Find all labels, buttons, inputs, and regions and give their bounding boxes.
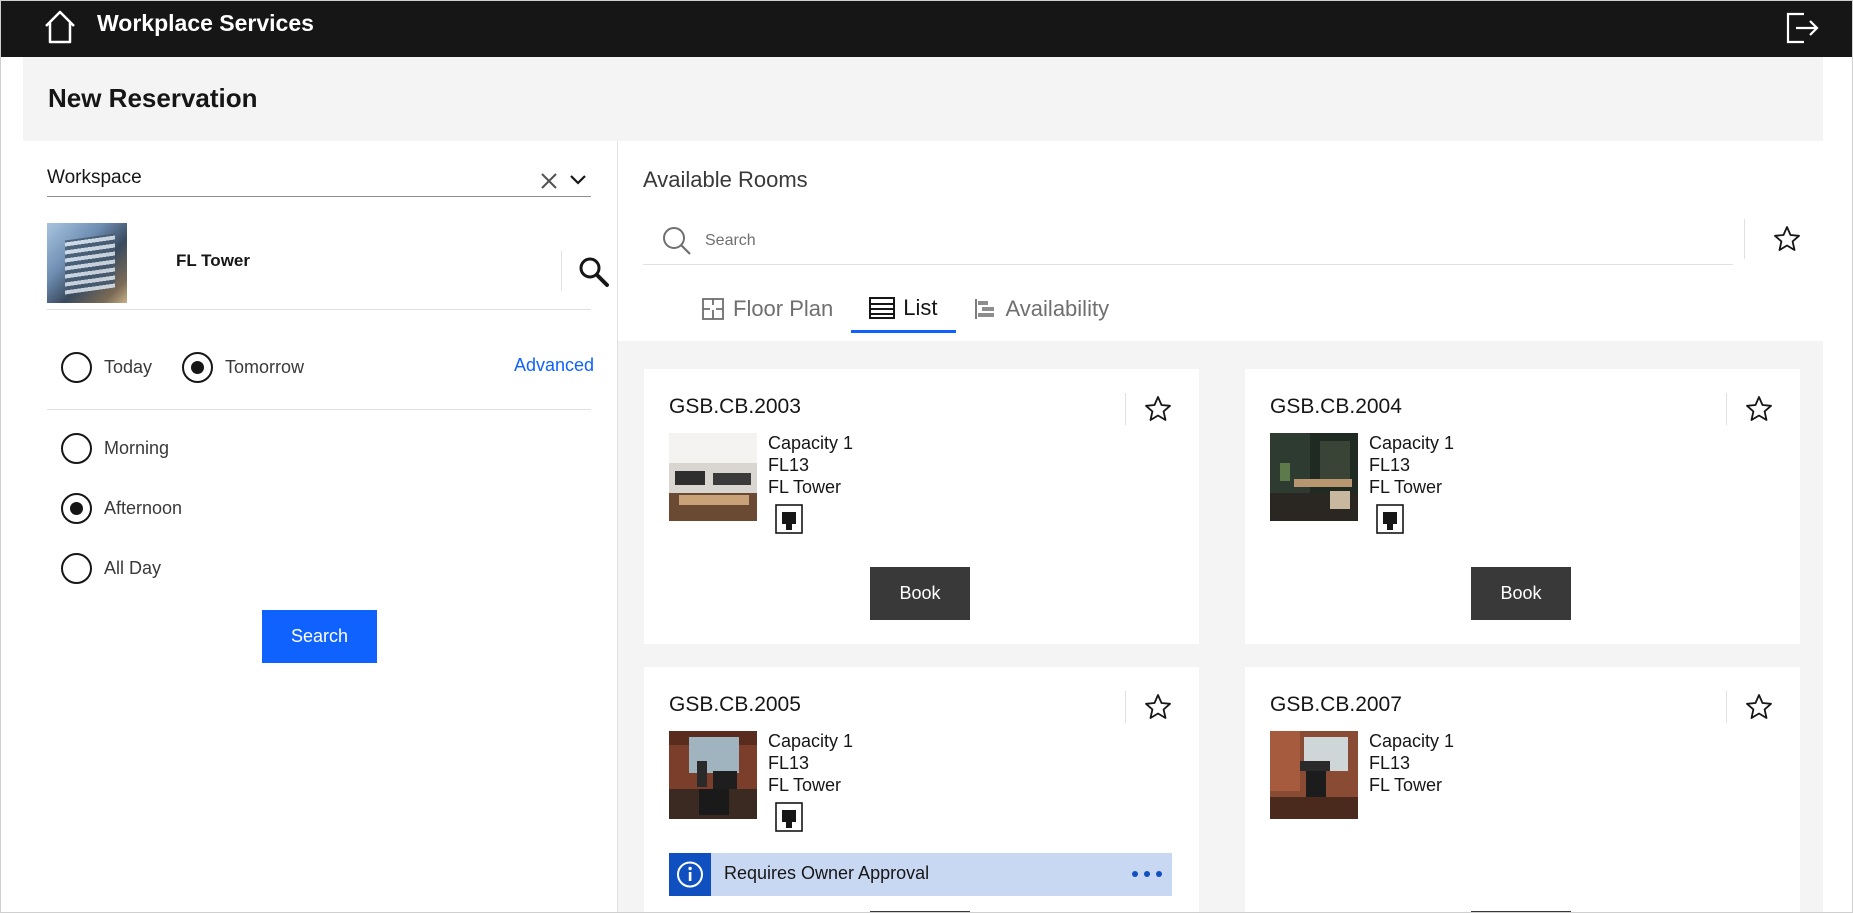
amenity-icon bbox=[775, 802, 803, 832]
room-photo bbox=[1270, 731, 1358, 819]
room-name: GSB.CB.2007 bbox=[1270, 693, 1402, 716]
radio-label: Today bbox=[104, 357, 153, 377]
radio-label: Afternoon bbox=[104, 498, 183, 518]
building-selector[interactable]: FL Tower bbox=[47, 223, 609, 310]
room-floor: FL13 bbox=[1369, 753, 1411, 773]
approval-notice-text: Requires Owner Approval bbox=[724, 863, 930, 883]
search-button[interactable]: Search bbox=[262, 610, 377, 663]
app-title: Workplace Services bbox=[97, 10, 314, 36]
room-info: Capacity 1 FL13 FL Tower bbox=[1369, 432, 1454, 498]
radio-all-day[interactable]: All Day bbox=[61, 553, 161, 584]
tab-floor-plan[interactable]: Floor Plan bbox=[683, 285, 851, 333]
room-capacity: Capacity 1 bbox=[768, 433, 854, 453]
home-icon[interactable] bbox=[40, 7, 80, 47]
rooms-panel: Available Rooms Floor Plan bbox=[618, 141, 1823, 913]
building-thumbnail bbox=[47, 223, 127, 303]
book-button[interactable]: Book bbox=[870, 567, 970, 620]
page-header: New Reservation bbox=[23, 57, 1823, 141]
star-icon[interactable] bbox=[1143, 692, 1173, 722]
room-info: Capacity 1 FL13 FL Tower bbox=[1369, 730, 1454, 796]
workspace-select[interactable]: Workspace bbox=[47, 163, 591, 197]
tab-list[interactable]: List bbox=[851, 285, 956, 333]
book-button[interactable]: Book bbox=[1471, 567, 1571, 620]
divider bbox=[1125, 393, 1126, 425]
room-capacity: Capacity 1 bbox=[1369, 731, 1455, 751]
room-capacity: Capacity 1 bbox=[1369, 433, 1455, 453]
room-card: GSB.CB.2007 Capacity 1 FL13 FL Tower bbox=[1245, 667, 1800, 913]
room-building: FL Tower bbox=[768, 775, 842, 795]
room-floor: FL13 bbox=[768, 753, 810, 773]
radio-label: All Day bbox=[104, 558, 162, 578]
room-photo bbox=[1270, 433, 1358, 521]
radio-label: Tomorrow bbox=[225, 357, 305, 377]
list-icon bbox=[869, 296, 896, 319]
room-building: FL Tower bbox=[1369, 477, 1443, 497]
radio-button[interactable] bbox=[61, 433, 92, 464]
filter-panel: Workspace FL Tower Today Tomorrow Advanc… bbox=[23, 141, 618, 913]
room-card: GSB.CB.2003 Capacity 1 FL13 FL Tower Boo… bbox=[644, 369, 1199, 644]
app-header: Workplace Services bbox=[0, 0, 1853, 57]
radio-button[interactable] bbox=[61, 553, 92, 584]
radio-afternoon[interactable]: Afternoon bbox=[61, 493, 182, 524]
star-icon[interactable] bbox=[1744, 394, 1774, 424]
divider bbox=[1125, 691, 1126, 723]
info-icon bbox=[677, 861, 703, 888]
room-card: GSB.CB.2004 Capacity 1 FL13 FL Tower Boo… bbox=[1245, 369, 1800, 644]
divider bbox=[47, 409, 591, 410]
room-card: GSB.CB.2005 Capacity 1 FL13 FL Tower Req… bbox=[644, 667, 1199, 913]
building-name: FL Tower bbox=[176, 251, 250, 270]
rooms-panel-header: Available Rooms Floor Plan bbox=[618, 141, 1823, 341]
workspace-select-value: Workspace bbox=[47, 167, 142, 188]
search-icon bbox=[663, 227, 691, 255]
room-building: FL Tower bbox=[768, 477, 842, 497]
room-floor: FL13 bbox=[768, 455, 810, 475]
divider bbox=[1726, 691, 1727, 723]
tab-availability[interactable]: Availability bbox=[956, 285, 1128, 333]
room-building: FL Tower bbox=[1369, 775, 1443, 795]
room-search-input[interactable] bbox=[705, 227, 1605, 255]
rooms-panel-title: Available Rooms bbox=[643, 167, 808, 192]
radio-button[interactable] bbox=[182, 352, 213, 383]
room-name: GSB.CB.2004 bbox=[1270, 395, 1402, 418]
floor-plan-icon bbox=[702, 298, 724, 320]
amenity-icon bbox=[1376, 504, 1404, 534]
tab-label: Availability bbox=[1005, 296, 1110, 321]
approval-notice: Requires Owner Approval bbox=[669, 853, 1172, 896]
chevron-down-icon[interactable] bbox=[569, 173, 587, 187]
divider bbox=[1744, 219, 1745, 259]
star-icon[interactable] bbox=[1143, 394, 1173, 424]
clear-icon[interactable] bbox=[539, 171, 559, 191]
tab-label: Floor Plan bbox=[733, 296, 834, 321]
radio-button[interactable] bbox=[61, 493, 92, 524]
room-photo bbox=[669, 731, 757, 819]
room-capacity: Capacity 1 bbox=[768, 731, 854, 751]
page-title: New Reservation bbox=[48, 83, 258, 113]
room-photo bbox=[669, 433, 757, 521]
star-icon[interactable] bbox=[1744, 692, 1774, 722]
logout-icon[interactable] bbox=[1782, 8, 1822, 48]
room-name: GSB.CB.2003 bbox=[669, 395, 801, 418]
room-info: Capacity 1 FL13 FL Tower bbox=[768, 730, 853, 796]
overflow-menu-icon[interactable] bbox=[1130, 867, 1164, 881]
radio-label: Morning bbox=[104, 438, 170, 458]
search-icon[interactable] bbox=[577, 255, 611, 289]
advanced-link[interactable]: Advanced bbox=[514, 355, 594, 376]
room-name: GSB.CB.2005 bbox=[669, 693, 801, 716]
view-tabs: Floor Plan List Availability bbox=[683, 285, 1127, 333]
star-icon[interactable] bbox=[1772, 224, 1802, 254]
divider bbox=[1726, 393, 1727, 425]
room-info: Capacity 1 FL13 FL Tower bbox=[768, 432, 853, 498]
divider bbox=[561, 251, 562, 291]
radio-button[interactable] bbox=[61, 352, 92, 383]
room-floor: FL13 bbox=[1369, 455, 1411, 475]
tab-label: List bbox=[903, 294, 938, 320]
radio-today[interactable]: Today bbox=[61, 352, 152, 383]
info-icon-box bbox=[669, 853, 711, 896]
availability-icon bbox=[974, 299, 994, 319]
radio-tomorrow[interactable]: Tomorrow bbox=[182, 352, 304, 383]
amenity-icon bbox=[775, 504, 803, 534]
room-search bbox=[643, 217, 1745, 265]
radio-morning[interactable]: Morning bbox=[61, 433, 169, 464]
